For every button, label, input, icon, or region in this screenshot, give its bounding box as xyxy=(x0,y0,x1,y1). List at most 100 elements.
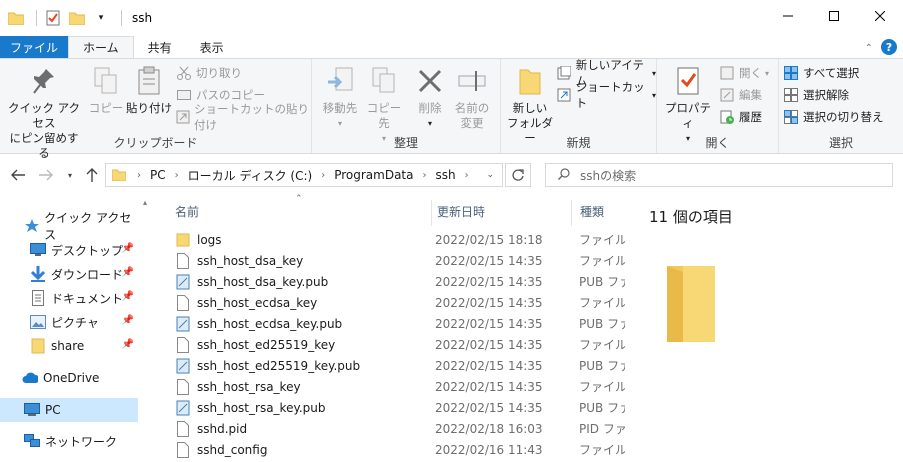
nav-documents[interactable]: ドキュメント 📌 xyxy=(0,286,138,310)
table-row[interactable]: ssh_host_ed25519_key.pub 2022/02/15 14:35… xyxy=(175,355,625,376)
organize-group: 移動先 ▾ コピー先 ▾ 削除 ▾ 名前の 変更 整理 xyxy=(312,59,501,153)
table-row[interactable]: sshd_config 2022/02/16 11:43 ファイル xyxy=(175,439,625,460)
nav-quick-access[interactable]: クイック アクセス xyxy=(0,211,138,242)
table-row[interactable]: ssh_host_ecdsa_key 2022/02/15 14:35 ファイル xyxy=(175,292,625,313)
nav-pc[interactable]: PC xyxy=(0,398,138,422)
close-button[interactable] xyxy=(857,0,903,32)
file-date: 2022/02/15 14:35 xyxy=(435,379,543,394)
svg-text:?: ? xyxy=(886,41,892,54)
table-row[interactable]: ssh_host_dsa_key.pub 2022/02/15 14:35 PUB … xyxy=(175,271,625,292)
column-header-date[interactable]: 更新日時 xyxy=(437,196,567,226)
select-all-label: すべて選択 xyxy=(803,66,860,80)
select-all-button[interactable]: すべて選択 xyxy=(783,63,859,83)
table-row[interactable]: ssh_host_rsa_key 2022/02/15 14:35 ファイル xyxy=(175,376,625,397)
new-folder-icon[interactable] xyxy=(67,8,87,28)
nav-scrollbar[interactable]: ▴ xyxy=(140,196,154,462)
column-divider[interactable] xyxy=(571,200,572,226)
table-row[interactable]: ssh_host_dsa_key 2022/02/15 14:35 ファイル xyxy=(175,250,625,271)
tab-home[interactable]: ホーム xyxy=(68,36,134,58)
file-icon xyxy=(175,420,191,437)
table-row[interactable]: ssh_host_ecdsa_key.pub 2022/02/15 14:35 PU… xyxy=(175,313,625,334)
select-group-label: 選択 xyxy=(828,136,853,150)
file-name: ssh_host_dsa_key xyxy=(197,253,304,268)
move-to-button[interactable]: 移動先 ▾ xyxy=(318,63,362,131)
nav-share[interactable]: share 📌 xyxy=(0,334,138,358)
pc-icon xyxy=(24,402,40,418)
breadcrumb-pc[interactable]: PC xyxy=(150,168,166,182)
paste-button[interactable]: 貼り付け xyxy=(126,63,172,116)
scroll-up-icon[interactable]: ▴ xyxy=(143,198,147,207)
expand-ribbon-icon[interactable]: ⌃ xyxy=(865,43,873,54)
copy-button[interactable]: コピー xyxy=(88,63,124,116)
delete-icon xyxy=(414,63,446,99)
pin-icon[interactable]: 📌 xyxy=(122,243,134,254)
copy-to-label: コピー先 xyxy=(366,101,402,130)
paste-shortcut-button[interactable]: ショートカットの貼り付け xyxy=(176,102,311,132)
file-icon xyxy=(175,441,191,458)
breadcrumb-programdata[interactable]: ProgramData xyxy=(334,168,413,182)
tab-file[interactable]: ファイル xyxy=(0,36,69,58)
breadcrumb-local-disk[interactable]: ローカル ディスク (C:) xyxy=(188,167,313,184)
select-none-button[interactable]: 選択解除 xyxy=(783,85,849,105)
forward-button[interactable] xyxy=(34,163,58,187)
file-list: ⌃ 名前 更新日時 種類 logs2022/02/15 18:18ファイル フs… xyxy=(155,194,625,462)
nav-onedrive[interactable]: OneDrive xyxy=(0,366,138,390)
delete-button[interactable]: 削除 ▾ xyxy=(412,63,448,131)
shortcut-button[interactable]: ショートカット ▾ xyxy=(557,80,656,110)
rename-button[interactable]: 名前の 変更 xyxy=(452,63,492,131)
pin-icon[interactable]: 📌 xyxy=(122,291,134,302)
table-row[interactable]: logs 2022/02/15 18:18 ファイル フ xyxy=(175,229,625,250)
up-button[interactable] xyxy=(80,163,104,187)
address-dropdown-icon[interactable]: ⌄ xyxy=(486,170,494,180)
folder-icon xyxy=(661,260,721,345)
properties-icon[interactable] xyxy=(43,8,63,28)
nav-desktop[interactable]: デスクトップ 📌 xyxy=(0,238,138,262)
chevron-right-icon[interactable]: › xyxy=(175,170,179,181)
copy-path-icon xyxy=(176,87,192,103)
file-icon xyxy=(175,336,191,353)
file-date: 2022/02/15 14:35 xyxy=(435,253,543,268)
help-icon[interactable]: ? xyxy=(881,39,897,58)
search-box[interactable]: sshの検索 xyxy=(545,163,893,187)
file-type: ファイル xyxy=(579,254,625,268)
open-group-label: 開く xyxy=(705,136,730,150)
window-controls xyxy=(765,0,903,32)
nav-pictures[interactable]: ピクチャ 📌 xyxy=(0,310,138,334)
back-button[interactable] xyxy=(6,163,30,187)
minimize-button[interactable] xyxy=(765,0,811,32)
invert-selection-button[interactable]: 選択の切り替え xyxy=(783,107,884,127)
edit-button[interactable]: 編集 xyxy=(719,85,762,105)
file-date: 2022/02/15 14:35 xyxy=(435,295,543,310)
table-row[interactable]: ssh_host_ed25519_key 2022/02/15 14:35 ファイル xyxy=(175,334,625,355)
nav-label: OneDrive xyxy=(43,371,100,385)
table-row[interactable]: ssh_host_rsa_key.pub 2022/02/15 14:35 PUB … xyxy=(175,397,625,418)
breadcrumb-ssh[interactable]: ssh xyxy=(436,168,456,182)
open-icon xyxy=(719,65,735,81)
pin-icon[interactable]: 📌 xyxy=(122,339,134,350)
pin-icon[interactable]: 📌 xyxy=(122,315,134,326)
recent-locations-button[interactable]: ▾ xyxy=(58,163,82,187)
chevron-right-icon[interactable]: › xyxy=(465,170,469,181)
nav-downloads[interactable]: ダウンロード 📌 xyxy=(0,262,138,286)
customize-qat-icon[interactable]: ▾ xyxy=(91,8,111,28)
history-button[interactable]: 履歴 xyxy=(719,107,762,127)
refresh-button[interactable] xyxy=(505,163,531,187)
open-button[interactable]: 開く ▾ xyxy=(719,63,769,83)
cut-button[interactable]: 切り取り xyxy=(176,63,242,83)
ribbon: クイック アクセス にピン留めする コピー 貼り付け 切り取り パスのコピー シ… xyxy=(0,58,903,160)
pin-icon[interactable]: 📌 xyxy=(122,267,134,278)
address-bar[interactable]: › PC › ローカル ディスク (C:) › ProgramData › ss… xyxy=(105,163,503,187)
column-header-type[interactable]: 種類 xyxy=(580,196,625,226)
maximize-button[interactable] xyxy=(811,0,857,32)
column-divider[interactable] xyxy=(431,200,432,226)
chevron-right-icon[interactable]: › xyxy=(423,170,427,181)
nav-network[interactable]: ネットワーク xyxy=(0,429,138,453)
chevron-right-icon[interactable]: › xyxy=(321,170,325,181)
file-type: ファイル xyxy=(579,443,625,457)
tab-view[interactable]: 表示 xyxy=(186,36,238,58)
tab-share[interactable]: 共有 xyxy=(134,36,186,58)
new-folder-label-1: 新しい xyxy=(512,101,548,115)
file-date: 2022/02/15 14:35 xyxy=(435,400,543,415)
column-header-name[interactable]: 名前 xyxy=(175,196,435,226)
table-row[interactable]: sshd.pid 2022/02/18 16:03 PID ファイ xyxy=(175,418,625,439)
